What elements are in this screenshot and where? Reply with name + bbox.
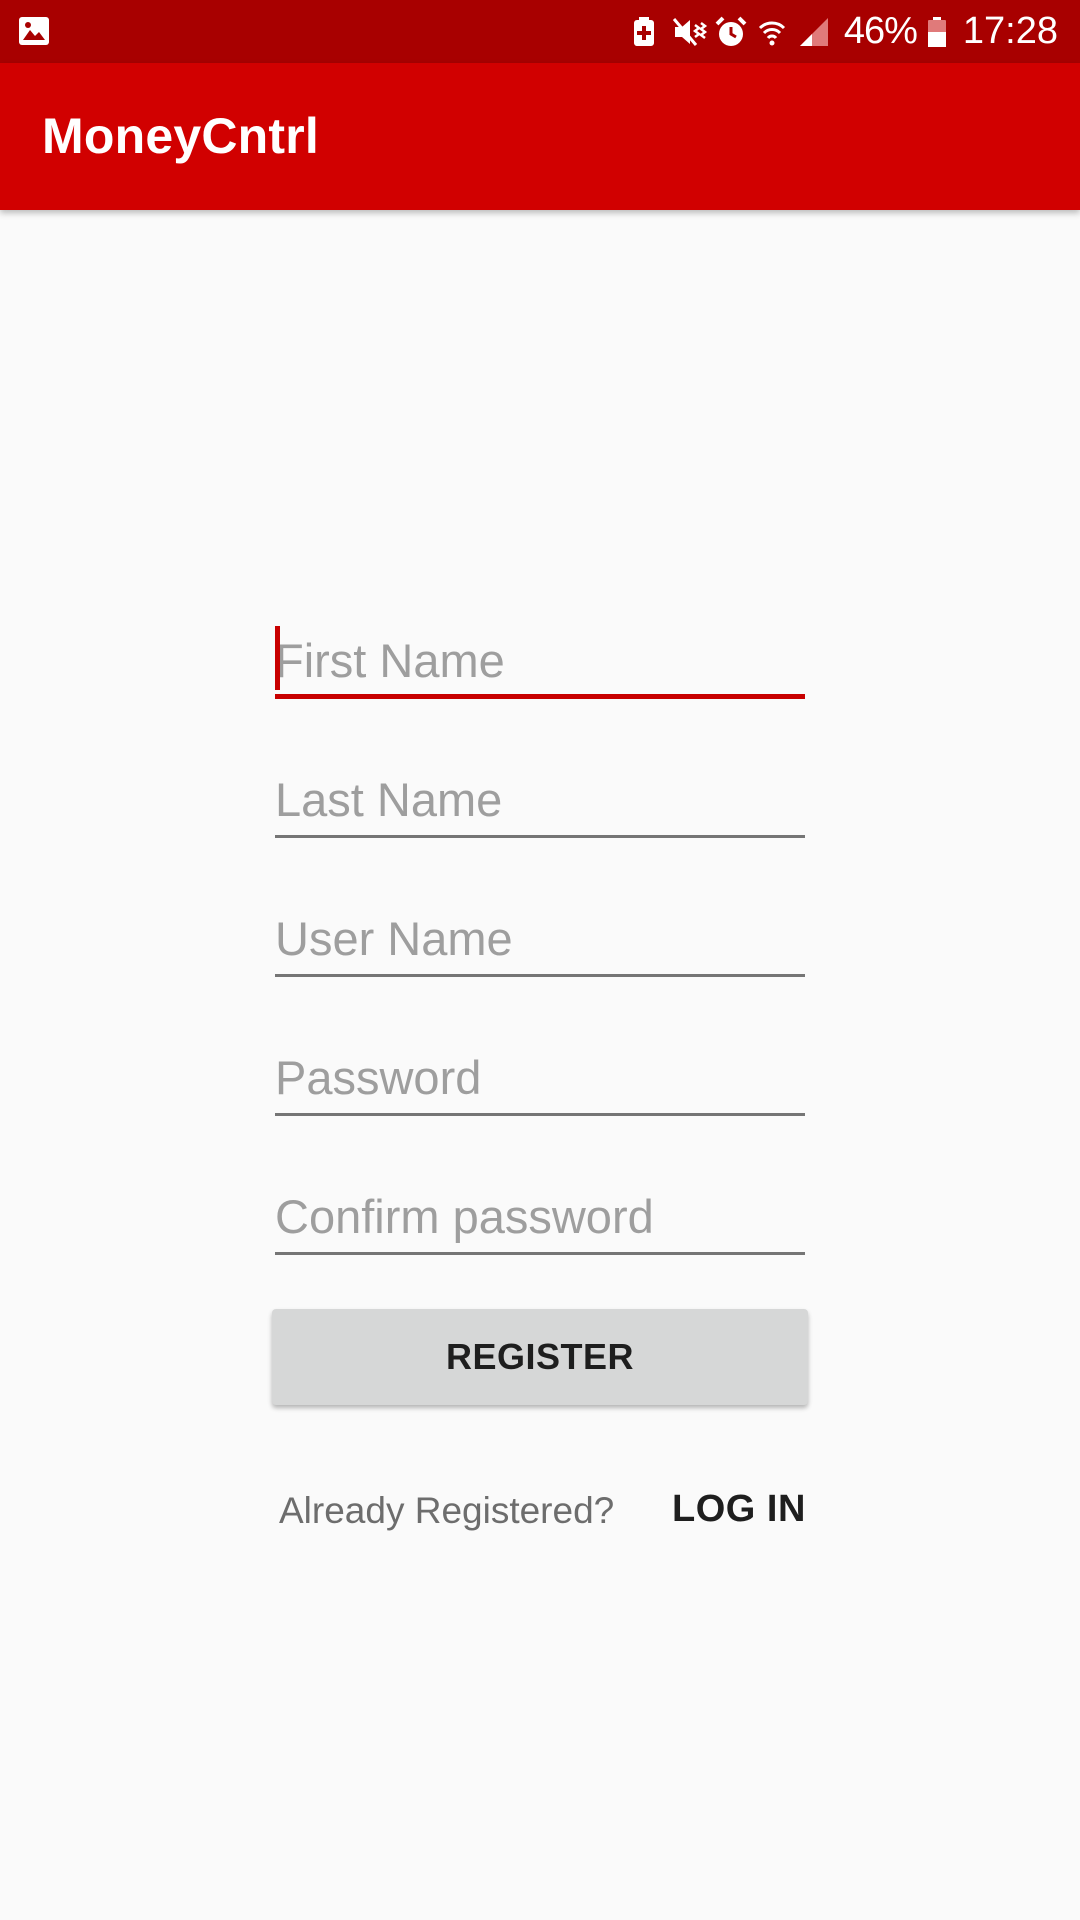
battery-icon (927, 16, 947, 48)
login-button[interactable]: LOG IN (672, 1488, 806, 1531)
battery-saver-icon (630, 16, 662, 48)
app-bar: MoneyCntrl (0, 63, 1080, 210)
confirm-password-underline (275, 1252, 805, 1255)
signal-icon (798, 16, 830, 48)
user-name-underline (275, 974, 805, 977)
first-name-field (275, 600, 805, 739)
user-name-field (275, 878, 805, 1017)
status-icons: 46% 17:28 (630, 0, 1058, 63)
text-cursor (275, 626, 280, 690)
user-name-input[interactable] (275, 902, 805, 974)
last-name-input[interactable] (275, 763, 805, 835)
first-name-underline (275, 694, 805, 699)
registration-form (275, 600, 805, 1295)
register-button[interactable]: REGISTER (272, 1309, 808, 1405)
password-underline (275, 1113, 805, 1116)
first-name-input[interactable] (275, 624, 805, 696)
mute-vibrate-icon (672, 16, 707, 48)
gallery-icon (18, 16, 50, 46)
password-input[interactable] (275, 1041, 805, 1113)
wifi-icon (756, 16, 788, 48)
already-registered-label: Already Registered? (279, 1490, 615, 1531)
status-bar: 46% 17:28 (0, 0, 1080, 63)
alarm-icon (714, 16, 747, 48)
clock: 17:28 (962, 10, 1058, 52)
last-name-field (275, 739, 805, 878)
confirm-password-input[interactable] (275, 1180, 805, 1252)
last-name-underline (275, 835, 805, 838)
confirm-password-field (275, 1156, 805, 1295)
app-title: MoneyCntrl (42, 108, 319, 164)
password-field (275, 1017, 805, 1156)
battery-percent: 46% (843, 10, 918, 52)
